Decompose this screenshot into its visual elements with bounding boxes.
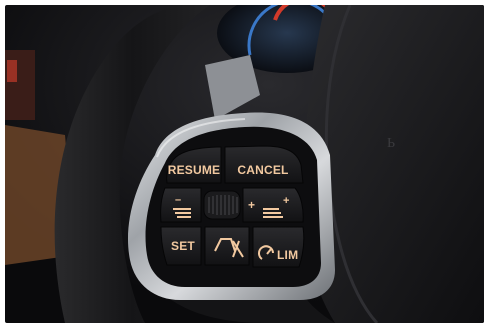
- speed-limiter-button[interactable]: LIM: [252, 226, 305, 268]
- vent-light: [7, 60, 17, 82]
- plus-label-1: +: [248, 198, 255, 212]
- distance-button[interactable]: [204, 226, 250, 266]
- cancel-button[interactable]: CANCEL: [224, 145, 304, 184]
- cancel-label: CANCEL: [237, 163, 288, 177]
- hub-logo: Ь: [387, 136, 395, 151]
- plus-label-2: +: [283, 195, 290, 207]
- speed-down-button[interactable]: –: [160, 187, 202, 223]
- lim-label: LIM: [277, 248, 298, 262]
- resume-label: RESUME: [168, 163, 221, 177]
- speed-up-button[interactable]: + +: [242, 187, 304, 223]
- set-button[interactable]: SET: [160, 226, 202, 266]
- photo-frame: Ь RESUME CANCEL – + + SET LIM: [5, 5, 484, 323]
- steering-wheel-photo: Ь RESUME CANCEL – + + SET LIM: [5, 5, 484, 323]
- minus-label: –: [175, 194, 181, 206]
- thumbwheel[interactable]: [203, 190, 241, 220]
- set-label: SET: [171, 239, 195, 253]
